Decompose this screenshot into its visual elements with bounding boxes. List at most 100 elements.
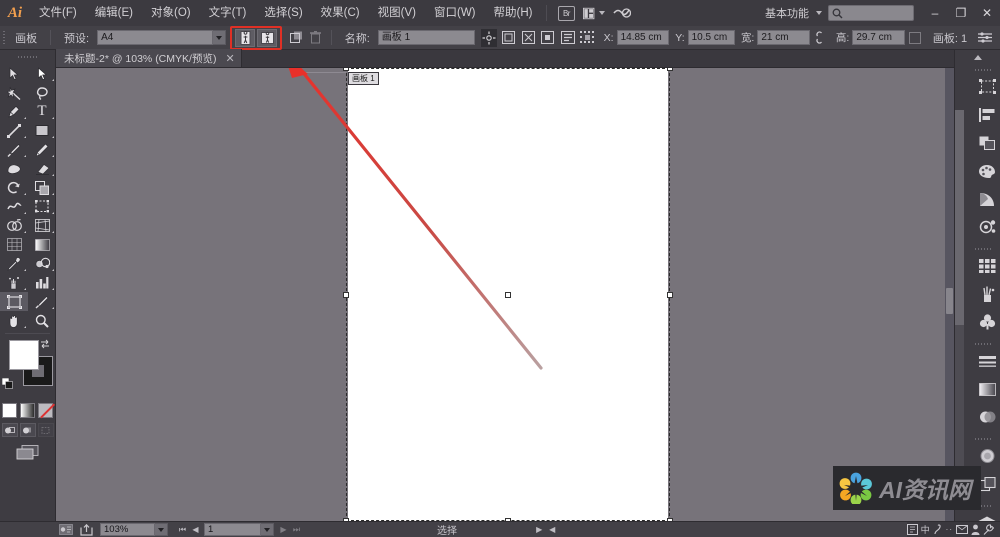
landscape-orientation-icon[interactable] <box>257 28 278 47</box>
zoom-chevron-down-icon[interactable] <box>155 523 168 536</box>
line-segment-tool[interactable] <box>0 121 28 140</box>
panel-transform-icon[interactable] <box>964 73 1000 101</box>
lasso-tool[interactable] <box>28 83 56 102</box>
panel-brushes-icon[interactable] <box>964 280 1000 308</box>
nav-next-button[interactable]: ▶ <box>277 523 290 537</box>
menu-file[interactable]: 文件(F) <box>30 0 86 26</box>
shape-builder-tool[interactable] <box>0 216 28 235</box>
align-3-icon[interactable] <box>539 28 557 47</box>
workspace-chevron-down-icon[interactable] <box>816 11 822 15</box>
type-tool[interactable]: T <box>28 102 56 121</box>
width-input[interactable]: 21 cm <box>757 30 811 45</box>
collapse-panels-icon[interactable] <box>955 50 1000 64</box>
menu-type[interactable]: 文字(T) <box>200 0 256 26</box>
new-artboard-icon[interactable] <box>287 28 305 47</box>
menu-view[interactable]: 视图(V) <box>369 0 425 26</box>
menu-select[interactable]: 选择(S) <box>255 0 311 26</box>
portrait-orientation-icon[interactable] <box>235 28 256 47</box>
panel-transparency-icon[interactable] <box>964 403 1000 431</box>
dock-group-grip-4[interactable] <box>964 435 1000 442</box>
document-tab[interactable]: 未标题-2* @ 103% (CMYK/预览) ✕ <box>56 49 242 67</box>
scale-tool[interactable] <box>28 178 56 197</box>
width-tool[interactable] <box>0 197 28 216</box>
magic-wand-tool[interactable] <box>0 83 28 102</box>
selection-tool[interactable] <box>0 64 28 83</box>
artboard-extra-icon[interactable] <box>906 28 924 47</box>
dock-scrollbar-thumb[interactable] <box>955 110 964 325</box>
color-mode-button[interactable] <box>2 403 17 418</box>
menu-help[interactable]: 帮助(H) <box>485 0 542 26</box>
panel-recolor-artwork-icon[interactable] <box>964 213 1000 241</box>
dock-scrollbar[interactable] <box>955 110 964 490</box>
nav-first-button[interactable]: ⏮ <box>176 523 189 537</box>
pencil-tool[interactable] <box>28 140 56 159</box>
swap-fill-stroke-icon[interactable] <box>39 338 51 353</box>
chevron-down-icon[interactable] <box>213 30 227 45</box>
slice-tool[interactable] <box>28 292 56 311</box>
status-scroll-left[interactable]: ◀ <box>546 523 559 537</box>
handle-middle-left[interactable] <box>343 292 349 298</box>
menu-window[interactable]: 窗口(W) <box>425 0 485 26</box>
eraser-tool[interactable] <box>28 159 56 178</box>
workspace-selector[interactable]: 基本功能 <box>761 5 813 21</box>
free-transform-tool[interactable] <box>28 197 56 216</box>
artboard-options-icon[interactable] <box>559 28 577 47</box>
preset-value[interactable]: A4 <box>97 30 214 45</box>
panel-symbols-icon[interactable] <box>964 308 1000 336</box>
zoom-control[interactable]: 103% <box>100 523 168 536</box>
menu-edit[interactable]: 编辑(E) <box>86 0 142 26</box>
symbol-sprayer-tool[interactable] <box>0 273 28 292</box>
close-icon[interactable]: ✕ <box>225 52 234 65</box>
artboard-name-input[interactable]: 画板 1 <box>377 30 476 45</box>
canvas-vertical-scrollbar[interactable] <box>945 68 954 521</box>
panel-gradient-icon[interactable] <box>964 375 1000 403</box>
mesh-tool[interactable] <box>0 235 28 254</box>
search-input[interactable] <box>828 5 914 21</box>
close-button[interactable]: ✕ <box>974 0 1000 26</box>
draw-behind-button[interactable] <box>19 423 36 437</box>
column-graph-tool[interactable] <box>28 273 56 292</box>
ime-mode-label[interactable]: 中 <box>921 523 930 536</box>
rotate-tool[interactable] <box>0 178 28 197</box>
stock-icon[interactable] <box>611 4 633 22</box>
paintbrush-tool[interactable] <box>0 140 28 159</box>
none-mode-button[interactable] <box>38 403 53 418</box>
share-on-behance-icon[interactable] <box>76 523 96 537</box>
menu-effect[interactable]: 效果(C) <box>312 0 369 26</box>
rectangle-tool[interactable] <box>28 121 56 140</box>
constrain-proportions-icon[interactable] <box>811 28 829 47</box>
zoom-value[interactable]: 103% <box>100 523 155 536</box>
panel-pathfinder-icon[interactable] <box>964 129 1000 157</box>
perspective-grid-tool[interactable] <box>28 216 56 235</box>
handle-top-right[interactable] <box>667 68 673 71</box>
minimize-button[interactable]: – <box>922 0 948 26</box>
panel-menu-icon[interactable] <box>976 28 994 47</box>
canvas-area[interactable]: 画板 1 <box>56 68 954 521</box>
gradient-tool[interactable] <box>28 235 56 254</box>
align-2-icon[interactable] <box>519 28 537 47</box>
draw-normal-button[interactable] <box>1 423 18 437</box>
handle-middle-right[interactable] <box>667 292 673 298</box>
align-1-icon[interactable] <box>499 28 517 47</box>
scrollbar-thumb[interactable] <box>946 288 953 314</box>
fill-swatch[interactable] <box>9 340 39 370</box>
handle-top-left[interactable] <box>343 68 349 71</box>
blend-tool[interactable] <box>28 254 56 273</box>
delete-artboard-icon[interactable] <box>307 28 325 47</box>
artboard-tool[interactable] <box>0 292 28 311</box>
panel-color-icon[interactable] <box>964 157 1000 185</box>
page-value[interactable]: 1 <box>204 523 261 536</box>
panel-align-icon[interactable] <box>964 101 1000 129</box>
hand-tool[interactable] <box>0 311 28 330</box>
reference-point-icon[interactable] <box>481 28 498 47</box>
direct-selection-tool[interactable] <box>28 64 56 83</box>
draw-inside-button[interactable] <box>37 423 54 437</box>
preset-dropdown[interactable]: A4 <box>97 30 227 45</box>
arrange-documents-icon[interactable] <box>583 4 606 22</box>
zoom-tool[interactable] <box>28 311 56 330</box>
x-input[interactable]: 14.85 cm <box>616 30 670 45</box>
status-scroll-right[interactable]: ▶ <box>533 523 546 537</box>
bridge-icon[interactable]: Br <box>555 4 577 22</box>
panel-color-guide-icon[interactable] <box>964 185 1000 213</box>
transform-grid-icon[interactable] <box>579 28 597 47</box>
